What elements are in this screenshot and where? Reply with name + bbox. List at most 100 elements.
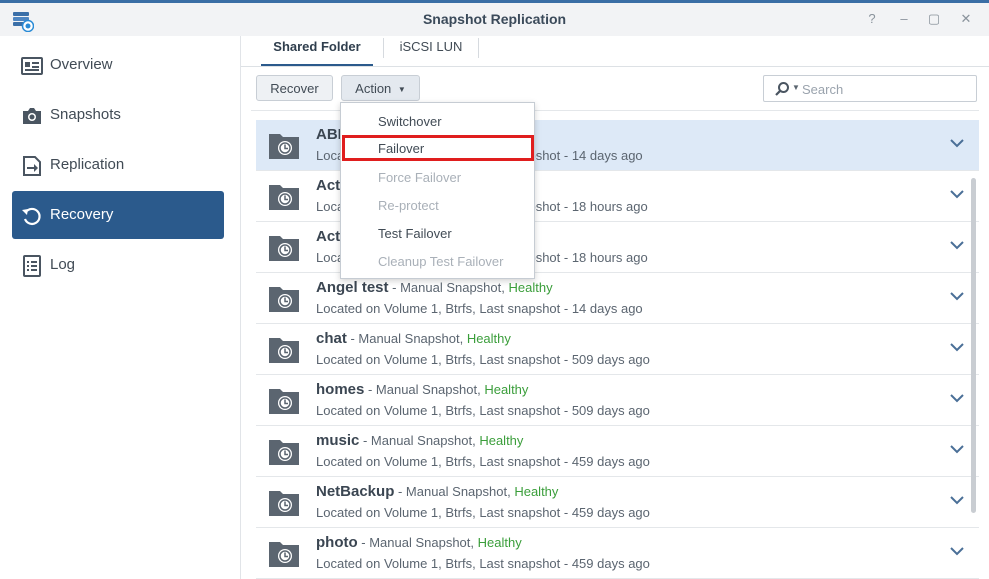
tab-divider [383,38,384,58]
sidebar: Overview Snapshots Replication Recovery … [0,36,241,579]
tab-bar: Shared Folder iSCSI LUN [241,36,989,67]
search-box[interactable]: ▼ [763,75,977,102]
folder-description: - Manual Snapshot, [346,331,467,346]
help-button[interactable]: ? [864,11,880,27]
maximize-button[interactable]: ▢ [926,11,942,27]
log-icon [23,255,41,277]
folder-name: photo [316,534,358,551]
minimize-button[interactable]: – [896,11,912,27]
expand-chevron-icon[interactable] [950,444,964,454]
menu-item-cleanup-test-failover[interactable]: Cleanup Test Failover [341,248,534,276]
expand-chevron-icon[interactable] [950,240,964,250]
folder-snapshot-icon [269,542,299,567]
folder-title-line: Angel test - Manual Snapshot, Healthy [316,279,553,296]
folder-location: Located on Volume 1, Btrfs, Last snapsho… [316,505,650,520]
sidebar-item-label: Recovery [50,206,114,223]
table-row[interactable]: chat - Manual Snapshot, Healthy Located o… [256,324,979,375]
expand-chevron-icon[interactable] [950,189,964,199]
folder-snapshot-icon [269,440,299,465]
sidebar-item-log[interactable]: Log [12,241,224,289]
folder-location: Located on Volume 1, Btrfs, Last snapsho… [316,454,650,469]
folder-location: Located on Volume 1, Btrfs, Last snapsho… [316,301,643,316]
menu-item-re-protect[interactable]: Re-protect [341,192,534,220]
folder-description: - Manual Snapshot, [388,280,509,295]
close-button[interactable]: ✕ [958,11,974,27]
menu-item-force-failover[interactable]: Force Failover [341,164,534,192]
action-button-label: Action [355,81,392,96]
table-row[interactable]: photo - Manual Snapshot, Healthy Located … [256,528,979,579]
status-badge: Healthy [484,382,529,397]
action-button[interactable]: Action ▼ [341,75,420,101]
expand-chevron-icon[interactable] [950,291,964,301]
menu-item-switchover[interactable]: Switchover [341,108,534,136]
table-row[interactable]: music - Manual Snapshot, Healthy Located … [256,426,979,477]
folder-snapshot-icon [269,389,299,414]
folder-snapshot-icon [269,236,299,261]
sidebar-item-label: Overview [50,56,113,73]
failover-highlight-box [342,135,534,161]
folder-name: music [316,432,360,449]
sidebar-item-overview[interactable]: Overview [12,41,224,89]
folder-description: - Manual Snapshot, [359,433,480,448]
folder-snapshot-icon [269,287,299,312]
folder-location: Located on Volume 1, Btrfs, Last snapsho… [316,403,650,418]
search-filter-dropdown-icon[interactable]: ▼ [792,83,800,92]
table-row[interactable]: Angel test - Manual Snapshot, Healthy Loc… [256,273,979,324]
search-icon [775,82,789,96]
replication-icon [23,156,41,176]
table-row[interactable]: homes - Manual Snapshot, Healthy Located … [256,375,979,426]
sidebar-item-snapshots[interactable]: Snapshots [12,91,224,139]
folder-title-line: homes - Manual Snapshot, Healthy [316,381,528,398]
chevron-down-icon: ▼ [397,84,406,94]
recovery-icon [22,207,41,226]
status-badge: Healthy [479,433,524,448]
tab-iscsi-lun[interactable]: iSCSI LUN [391,36,471,66]
folder-snapshot-icon [269,134,299,159]
status-badge: Healthy [477,535,522,550]
camera-icon [23,108,41,124]
folder-location: Located on Volume 1, Btrfs, Last snapsho… [316,352,650,367]
tab-divider [478,38,479,58]
expand-chevron-icon[interactable] [950,495,964,505]
expand-chevron-icon[interactable] [950,546,964,556]
status-badge: Healthy [508,280,553,295]
folder-name: NetBackup [316,483,395,500]
action-dropdown-menu: Switchover Failover Force Failover Re-pr… [340,102,535,279]
sidebar-item-replication[interactable]: Replication [12,141,224,189]
folder-name: homes [316,381,365,398]
folder-title-line: music - Manual Snapshot, Healthy [316,432,523,449]
overview-icon [21,57,43,75]
sidebar-item-label: Snapshots [50,106,121,123]
folder-location: Located on Volume 1, Btrfs, Last snapsho… [316,556,650,571]
status-badge: Healthy [514,484,559,499]
folder-snapshot-icon [269,491,299,516]
window-title: Snapshot Replication [422,11,567,27]
expand-chevron-icon[interactable] [950,393,964,403]
sidebar-item-label: Replication [50,156,125,173]
folder-title-line: photo - Manual Snapshot, Healthy [316,534,522,551]
title-bar[interactable]: Snapshot Replication ? – ▢ ✕ [0,3,989,36]
list-scrollbar[interactable] [971,178,976,513]
menu-item-test-failover[interactable]: Test Failover [341,220,534,248]
recover-button[interactable]: Recover [256,75,333,101]
expand-chevron-icon[interactable] [950,342,964,352]
folder-title-line: NetBackup - Manual Snapshot, Healthy [316,483,558,500]
folder-name: chat [316,330,347,347]
folder-description: - Manual Snapshot, [394,484,515,499]
folder-description: - Manual Snapshot, [357,535,478,550]
sidebar-item-recovery[interactable]: Recovery [12,191,224,239]
folder-name: Act [316,177,341,194]
tab-shared-folder[interactable]: Shared Folder [261,36,373,66]
folder-title-line: chat - Manual Snapshot, Healthy [316,330,511,347]
folder-title-line: ABI [316,126,342,143]
search-input[interactable] [800,79,974,100]
folder-description: - Manual Snapshot, [364,382,485,397]
folder-name: Angel test [316,279,389,296]
expand-chevron-icon[interactable] [950,138,964,148]
sidebar-item-label: Log [50,256,76,273]
table-row[interactable]: NetBackup - Manual Snapshot, Healthy Loca… [256,477,979,528]
folder-snapshot-icon [269,185,299,210]
folder-snapshot-icon [269,338,299,363]
folder-name: Act [316,228,341,245]
status-badge: Healthy [466,331,511,346]
